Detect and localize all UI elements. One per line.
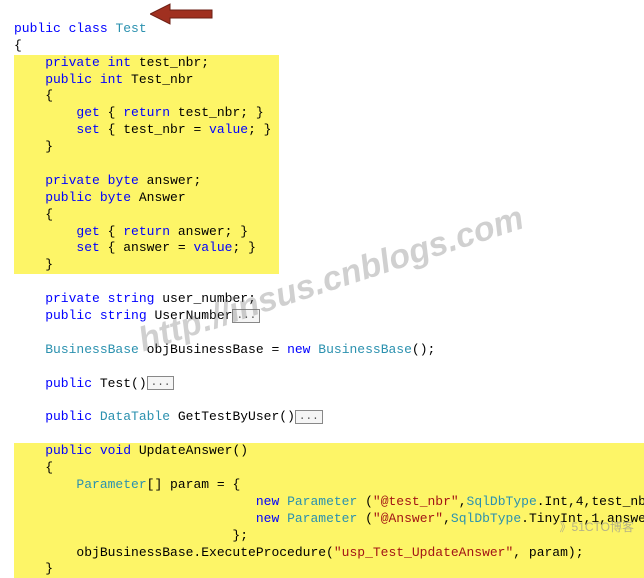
fold-icon[interactable]: ... bbox=[232, 309, 260, 323]
code-line: public DataTable GetTestByUser()... bbox=[14, 409, 323, 424]
code-line: public byte Answer bbox=[14, 190, 256, 205]
code-line: BusinessBase objBusinessBase = new Busin… bbox=[14, 342, 435, 357]
code-line: { bbox=[14, 88, 53, 103]
code-viewer: public class Test { private int test_nbr… bbox=[0, 0, 644, 578]
code-line: Parameter[] param = { bbox=[14, 477, 599, 492]
fold-icon[interactable]: ... bbox=[295, 410, 323, 424]
fold-icon[interactable]: ... bbox=[147, 376, 175, 390]
code-line: { bbox=[14, 460, 53, 475]
code-line: new Parameter ("@test_nbr",SqlDbType.Int… bbox=[14, 494, 644, 509]
code-line: public string UserNumber... bbox=[14, 308, 260, 323]
code-line: } bbox=[14, 257, 53, 272]
code-line: get { return answer; } bbox=[14, 224, 271, 239]
highlight-block-1: private int test_nbr; public int Test_nb… bbox=[14, 55, 279, 275]
code-line: } bbox=[14, 561, 53, 576]
code-line: private int test_nbr; bbox=[14, 55, 264, 70]
code-line: { bbox=[14, 38, 22, 53]
code-line: private byte answer; bbox=[14, 173, 256, 188]
code-line: new Parameter ("@Answer",SqlDbType.TinyI… bbox=[14, 511, 644, 526]
code-line: objBusinessBase.ExecuteProcedure("usp_Te… bbox=[14, 545, 638, 560]
code-line: } bbox=[14, 139, 53, 154]
code-line: get { return test_nbr; } bbox=[14, 105, 271, 120]
code-line: { bbox=[14, 207, 53, 222]
code-line: public class Test bbox=[14, 21, 147, 36]
code-line: public Test()... bbox=[14, 376, 174, 391]
code-line: set { answer = value; } bbox=[14, 240, 279, 255]
code-line: private string user_number; bbox=[14, 291, 256, 306]
highlight-block-2: public void UpdateAnswer() { Parameter[]… bbox=[14, 443, 644, 578]
code-line: public int Test_nbr bbox=[14, 72, 256, 87]
code-line: public void UpdateAnswer() bbox=[14, 443, 615, 458]
code-line: }; bbox=[14, 528, 248, 543]
code-line: set { test_nbr = value; } bbox=[14, 122, 279, 137]
